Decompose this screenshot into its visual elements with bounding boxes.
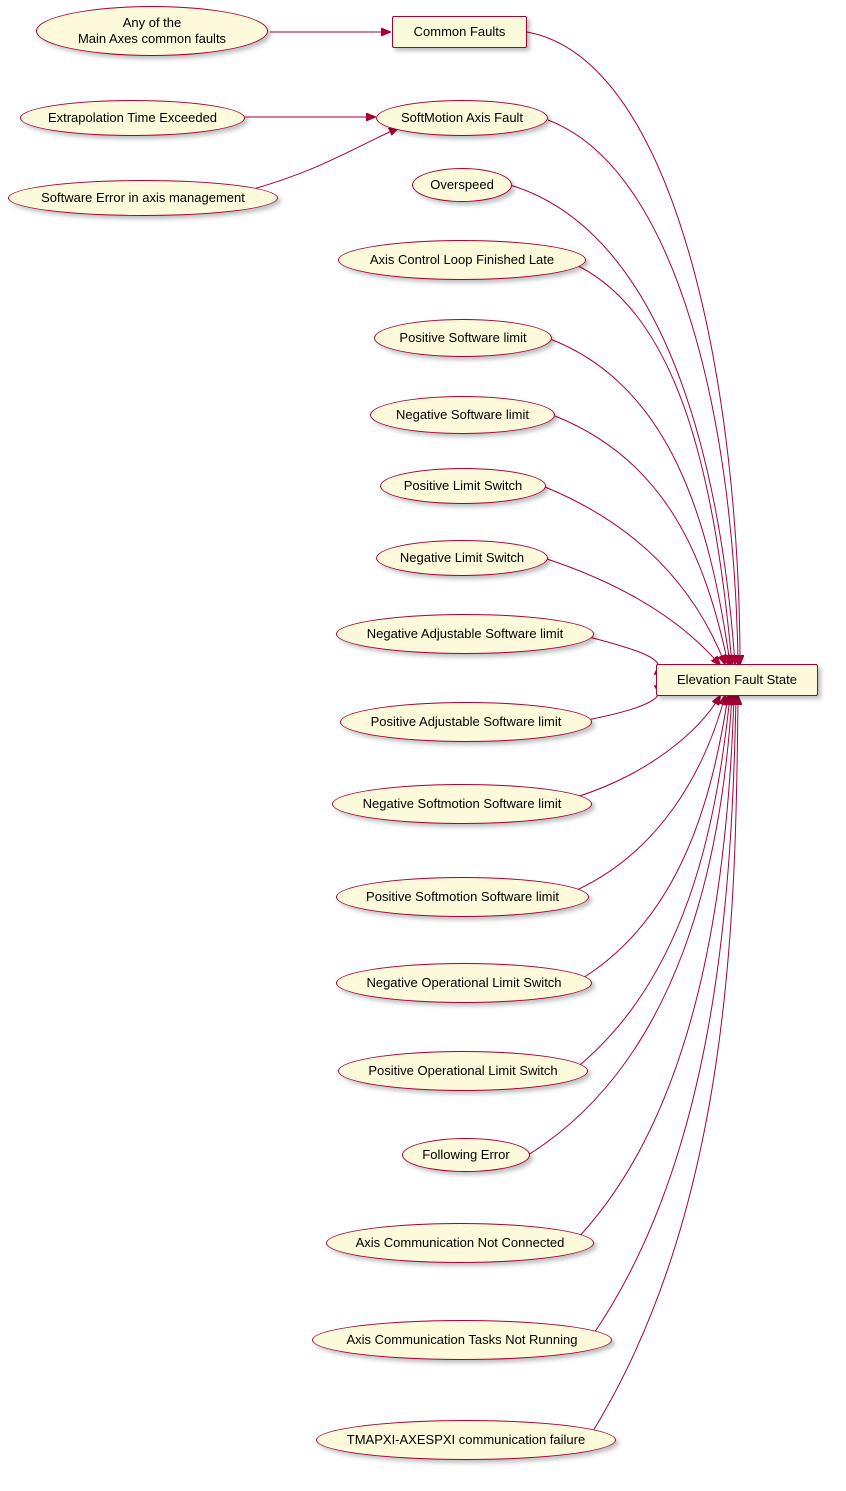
node-neg-adj-sw: Negative Adjustable Software limit [336, 614, 594, 654]
node-tmapxi: TMAPXI-AXESPXI communication failure [316, 1420, 616, 1460]
node-neg-op-ls: Negative Operational Limit Switch [336, 963, 592, 1003]
node-software-error: Software Error in axis management [8, 180, 278, 216]
node-axis-loop-late: Axis Control Loop Finished Late [338, 240, 586, 280]
node-pos-sm-sw: Positive Softmotion Software limit [336, 877, 589, 917]
node-extrapolation: Extrapolation Time Exceeded [20, 100, 245, 136]
node-neg-sm-sw: Negative Softmotion Software limit [332, 784, 592, 824]
node-neg-limit-sw: Negative Limit Switch [376, 540, 548, 576]
node-elevation-fault: Elevation Fault State [656, 664, 818, 696]
node-pos-adj-sw: Positive Adjustable Software limit [340, 702, 592, 742]
node-any-common: Any of the Main Axes common faults [36, 6, 268, 56]
node-softmotion-fault: SoftMotion Axis Fault [376, 100, 548, 136]
node-axis-comm-nc: Axis Communication Not Connected [326, 1223, 594, 1263]
node-following-err: Following Error [402, 1138, 530, 1172]
node-neg-sw-limit: Negative Software limit [370, 396, 555, 434]
node-axis-comm-nr: Axis Communication Tasks Not Running [312, 1320, 612, 1360]
node-common-faults: Common Faults [392, 16, 527, 48]
edges-layer [0, 0, 846, 1491]
node-pos-limit-sw: Positive Limit Switch [380, 468, 546, 504]
node-overspeed: Overspeed [412, 168, 512, 202]
node-pos-sw-limit: Positive Software limit [374, 319, 552, 357]
node-pos-op-ls: Positive Operational Limit Switch [338, 1051, 588, 1091]
